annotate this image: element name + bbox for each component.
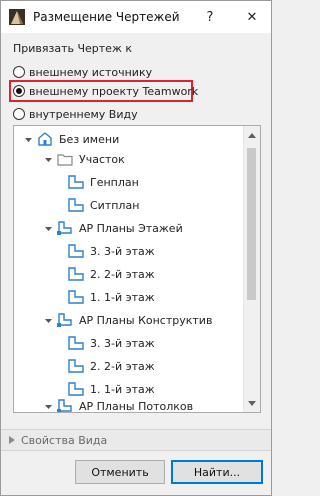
dialog-window: Размещение Чертежей ? ✕ Привязать Чертеж… [0,0,272,496]
scrollbar-thumb[interactable] [247,148,256,300]
plan-folder-icon [57,313,72,327]
radio-button[interactable] [13,66,25,78]
tree-item-label: 3. 3-й этаж [90,244,155,258]
collapse-arrow-icon[interactable] [44,402,53,411]
tree-item-view[interactable]: Ситплан [67,196,139,214]
plan-folder-icon [57,399,72,412]
floor-plan-view-icon [68,336,84,350]
view-properties-label: Свойства Вида [21,433,108,447]
radio-internal-view[interactable]: внутреннему Виду [13,105,138,123]
tree-item-folder[interactable]: АР Планы Конструктив [44,311,212,329]
title-bar: Размещение Чертежей ? ✕ [1,1,271,33]
link-drawing-label: Привязать Чертеж к [13,42,132,55]
close-button[interactable]: ✕ [239,6,265,28]
tree-item-root[interactable]: Без имени [24,130,119,148]
tree-item-label: АР Планы Этажей [79,221,183,235]
tree-item-view[interactable]: 2. 2-й этаж [67,357,155,375]
radio-button[interactable] [13,108,25,120]
collapse-arrow-icon[interactable] [44,316,53,325]
radio-button-selected[interactable] [13,85,25,97]
collapse-arrow-icon[interactable] [44,224,53,233]
tree-item-view[interactable]: 1. 1-й этаж [67,288,155,306]
floor-plan-view-icon [68,198,84,212]
tree-item-label: 2. 2-й этаж [90,267,155,281]
tree-item-folder[interactable]: АР Планы Потолков [44,397,194,413]
view-properties-panel[interactable]: Свойства Вида [1,429,271,451]
tree-item-folder[interactable]: АР Планы Этажей [44,219,183,237]
expand-arrow-icon[interactable] [9,436,15,444]
tree-item-label: 3. 3-й этаж [90,336,155,350]
radio-teamwork-project[interactable]: внешнему проекту Teamwork [13,82,198,100]
view-tree[interactable]: Без имени Участок Генплан Ситплан АР Пла… [13,125,261,413]
radio-external-source[interactable]: внешнему источнику [13,63,152,81]
floor-plan-view-icon [68,382,84,396]
tree-item-folder[interactable]: Участок [44,150,125,168]
tree-item-view[interactable]: Генплан [67,173,139,191]
floor-plan-view-icon [68,244,84,258]
scroll-up-arrow-icon[interactable] [244,128,260,142]
tree-item-label: 1. 1-й этаж [90,290,155,304]
collapse-arrow-icon[interactable] [44,155,53,164]
tree-item-label: Генплан [90,175,139,189]
scroll-down-arrow-icon[interactable] [244,396,260,410]
project-map-icon [38,132,52,146]
floor-plan-view-icon [68,290,84,304]
tree-item-label: АР Планы Потолков [79,399,194,413]
tree-item-view[interactable]: 3. 3-й этаж [67,334,155,352]
cancel-button[interactable]: Отменить [75,460,165,484]
find-button[interactable]: Найти... [171,460,263,484]
tree-item-label: 1. 1-й этаж [90,382,155,396]
help-button[interactable]: ? [197,6,223,28]
floor-plan-view-icon [68,175,84,189]
radio-label: внутреннему Виду [29,107,138,121]
plan-folder-icon [57,221,72,235]
collapse-arrow-icon[interactable] [24,135,33,144]
tree-item-label: АР Планы Конструктив [79,313,213,327]
tree-item-label: Без имени [59,132,120,146]
tree-scrollbar[interactable] [243,126,260,412]
archicad-app-icon [9,9,25,25]
tree-item-view[interactable]: 3. 3-й этаж [67,242,155,260]
tree-item-label: Ситплан [90,198,140,212]
floor-plan-view-icon [68,359,84,373]
tree-item-view[interactable]: 2. 2-й этаж [67,265,155,283]
window-title: Размещение Чертежей [33,10,180,24]
radio-label: внешнему проекту Teamwork [29,84,199,98]
tree-item-view[interactable]: 1. 1-й этаж [67,380,155,398]
radio-label: внешнему источнику [29,65,153,79]
tree-item-label: 2. 2-й этаж [90,359,155,373]
floor-plan-view-icon [68,267,84,281]
tree-item-label: Участок [79,152,125,166]
folder-icon [57,154,73,166]
